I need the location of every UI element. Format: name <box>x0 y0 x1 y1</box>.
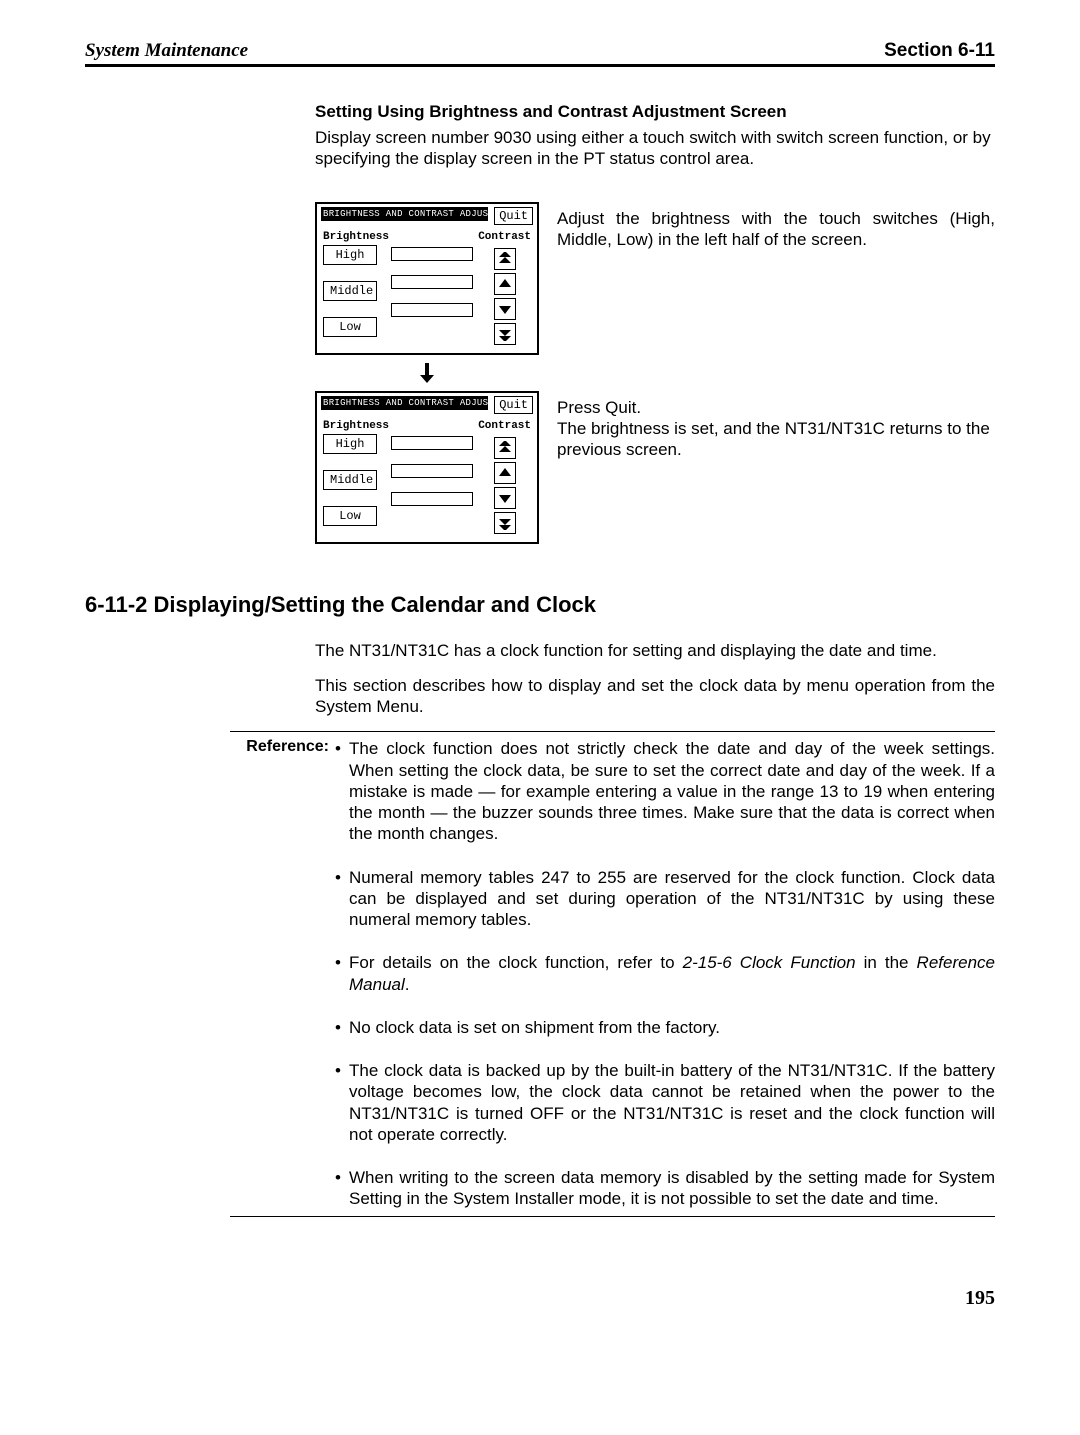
quit-button[interactable]: Quit <box>494 207 533 225</box>
reference-item-3: For details on the clock function, refer… <box>335 952 995 995</box>
brightness-high-button[interactable]: High <box>323 245 377 265</box>
reference-item-4: No clock data is set on shipment from th… <box>335 1017 995 1038</box>
contrast-up-icon[interactable] <box>494 273 516 295</box>
adjustment-screen-2: BRIGHTNESS AND CONTRAST ADJUST Quit Brig… <box>315 391 539 544</box>
brightness-middle-button-2[interactable]: Middle <box>323 470 377 490</box>
brightness-label: Brightness <box>323 231 389 243</box>
page-header: System Maintenance Section 6-11 <box>85 40 995 67</box>
adjustment-screen-1: BRIGHTNESS AND CONTRAST ADJUST Quit Brig… <box>315 202 539 355</box>
contrast-up-icon-2[interactable] <box>494 462 516 484</box>
section-intro: Display screen number 9030 using either … <box>315 127 995 170</box>
screen-row-2: BRIGHTNESS AND CONTRAST ADJUST Quit Brig… <box>315 391 995 544</box>
contrast-down-fast-icon-2[interactable] <box>494 512 516 534</box>
reference-item-5: The clock data is backed up by the built… <box>335 1060 995 1145</box>
reference-item-6: When writing to the screen data memory i… <box>335 1167 995 1210</box>
reference-item-2: Numeral memory tables 247 to 255 are res… <box>335 867 995 931</box>
reference-block: Reference: The clock function does not s… <box>230 731 995 1216</box>
brightness-bar-high <box>391 247 473 261</box>
screen-title: BRIGHTNESS AND CONTRAST ADJUST <box>321 207 488 221</box>
brightness-bar-middle <box>391 275 473 289</box>
reference-list: The clock function does not strictly che… <box>335 738 995 1209</box>
transition-arrow-icon <box>315 363 539 388</box>
brightness-bar-low <box>391 303 473 317</box>
brightness-low-button-2[interactable]: Low <box>323 506 377 526</box>
brightness-high-button-2[interactable]: High <box>323 434 377 454</box>
brightness-bar-low-2 <box>391 492 473 506</box>
header-left-title: System Maintenance <box>85 40 248 62</box>
subsection-heading: 6-11-2 Displaying/Setting the Calendar a… <box>85 592 995 618</box>
contrast-label-2: Contrast <box>478 420 531 432</box>
brightness-bar-high-2 <box>391 436 473 450</box>
brightness-low-button[interactable]: Low <box>323 317 377 337</box>
contrast-up-fast-icon-2[interactable] <box>494 437 516 459</box>
quit-button-2[interactable]: Quit <box>494 396 533 414</box>
brightness-bar-middle-2 <box>391 464 473 478</box>
contrast-label: Contrast <box>478 231 531 243</box>
header-section-number: Section 6-11 <box>884 40 995 62</box>
subsection-para-2: This section describes how to display an… <box>315 675 995 718</box>
contrast-down-fast-icon[interactable] <box>494 323 516 345</box>
reference-item-1: The clock function does not strictly che… <box>335 738 995 844</box>
contrast-up-fast-icon[interactable] <box>494 248 516 270</box>
screen-caption-1: Adjust the brightness with the touch swi… <box>557 202 995 355</box>
page-number: 195 <box>85 1287 995 1310</box>
section-title: Setting Using Brightness and Contrast Ad… <box>315 102 995 122</box>
subsection-para-1: The NT31/NT31C has a clock function for … <box>315 640 995 661</box>
brightness-middle-button[interactable]: Middle <box>323 281 377 301</box>
caption-result: The brightness is set, and the NT31/NT31… <box>557 418 995 461</box>
contrast-down-icon[interactable] <box>494 298 516 320</box>
caption-press-quit: Press Quit. <box>557 397 995 418</box>
screen-title-2: BRIGHTNESS AND CONTRAST ADJUST <box>321 396 488 410</box>
brightness-label-2: Brightness <box>323 420 389 432</box>
screen-row-1: BRIGHTNESS AND CONTRAST ADJUST Quit Brig… <box>315 202 995 355</box>
screen-caption-2: Press Quit. The brightness is set, and t… <box>557 391 995 544</box>
reference-label: Reference: <box>230 738 335 1209</box>
contrast-down-icon-2[interactable] <box>494 487 516 509</box>
